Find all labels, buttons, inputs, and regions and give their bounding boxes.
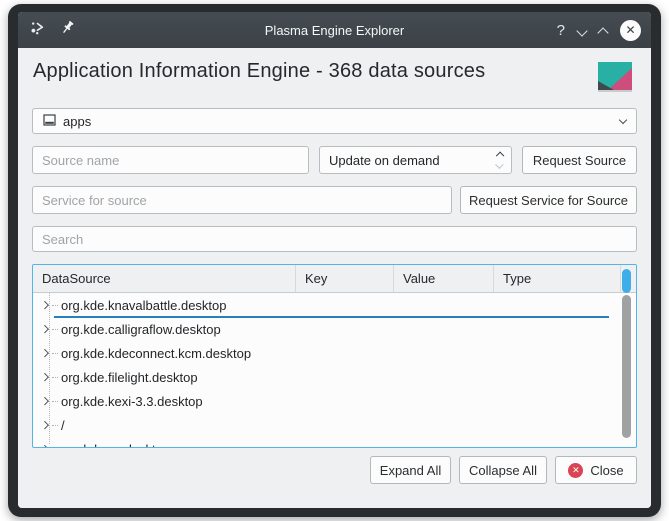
page-title: Application Information Engine - 368 dat… — [33, 60, 485, 83]
datasource-row-label: org.kde.….desktop — [61, 442, 170, 448]
table-row[interactable]: / — [33, 413, 636, 437]
update-interval-value: Update on demand — [329, 153, 440, 168]
source-name-placeholder: Source name — [42, 153, 119, 168]
source-name-input[interactable]: Source name — [32, 146, 309, 174]
search-placeholder: Search — [42, 232, 83, 247]
branch-dash — [52, 329, 58, 330]
datasource-row-label: / — [61, 418, 65, 433]
engine-select[interactable]: apps — [32, 108, 637, 134]
collapse-all-button[interactable]: Collapse All — [459, 456, 547, 484]
table-row[interactable]: org.kde.kexi-3.3.desktop — [33, 389, 636, 413]
update-interval-spinner[interactable]: Update on demand — [319, 146, 512, 174]
expand-all-button[interactable]: Expand All — [370, 456, 451, 484]
expand-chevron-icon[interactable] — [41, 421, 49, 429]
table-header[interactable]: DataSource Key Value Type — [33, 265, 636, 293]
datasource-table[interactable]: DataSource Key Value Type org.kde.knaval… — [32, 264, 637, 448]
close-window-button[interactable]: ✕ — [620, 20, 641, 41]
column-header-datasource[interactable]: DataSource — [33, 265, 296, 292]
help-button[interactable]: ? — [557, 23, 565, 38]
datasource-row-label: org.kde.knavalbattle.desktop — [61, 298, 227, 313]
branch-dash — [52, 425, 58, 426]
branch-dash — [52, 353, 58, 354]
table-row[interactable]: org.kde.kdeconnect.kcm.desktop — [33, 341, 636, 365]
branch-dash — [52, 377, 58, 378]
close-button-label: Close — [590, 463, 623, 478]
datasource-row-label: org.kde.kdeconnect.kcm.desktop — [61, 346, 251, 361]
column-header-key[interactable]: Key — [296, 265, 394, 292]
scrollbar-track[interactable] — [622, 295, 631, 438]
scrollbar-thumb[interactable] — [622, 269, 631, 293]
engine-logo-icon — [598, 62, 632, 92]
table-row[interactable]: org.kde.….desktop — [33, 437, 636, 447]
request-service-button[interactable]: Request Service for Source — [460, 186, 637, 214]
maximize-button[interactable] — [597, 27, 608, 38]
branch-dash — [52, 305, 58, 306]
datasource-row-label: org.kde.filelight.desktop — [61, 370, 198, 385]
spin-down-icon[interactable] — [495, 161, 503, 169]
service-for-source-input[interactable]: Service for source — [32, 186, 452, 214]
expand-chevron-icon[interactable] — [41, 397, 49, 405]
expand-chevron-icon[interactable] — [41, 301, 49, 309]
spin-up-icon[interactable] — [495, 151, 503, 159]
expand-chevron-icon[interactable] — [41, 325, 49, 333]
search-input[interactable]: Search — [32, 226, 637, 252]
titlebar[interactable]: Plasma Engine Explorer ? ✕ — [18, 12, 651, 48]
chevron-down-icon — [619, 115, 627, 123]
table-row[interactable]: org.kde.knavalbattle.desktop — [33, 293, 636, 317]
branch-dash — [52, 401, 58, 402]
close-icon: ✕ — [568, 463, 583, 478]
datasource-row-label: org.kde.kexi-3.3.desktop — [61, 394, 203, 409]
window-frame: Plasma Engine Explorer ? ✕ Application I… — [8, 4, 661, 517]
column-header-value[interactable]: Value — [394, 265, 494, 292]
service-placeholder: Service for source — [42, 193, 147, 208]
window-icon — [43, 114, 56, 129]
expand-chevron-icon[interactable] — [41, 349, 49, 357]
engine-select-value: apps — [63, 114, 91, 129]
datasource-row-label: org.kde.calligraflow.desktop — [61, 322, 221, 337]
minimize-button[interactable] — [576, 25, 587, 36]
table-row[interactable]: org.kde.calligraflow.desktop — [33, 317, 636, 341]
expand-chevron-icon[interactable] — [41, 445, 49, 447]
close-button[interactable]: ✕ Close — [555, 456, 637, 484]
expand-chevron-icon[interactable] — [41, 373, 49, 381]
table-body[interactable]: org.kde.knavalbattle.desktop org.kde.call… — [33, 293, 636, 447]
table-row[interactable]: org.kde.filelight.desktop — [33, 365, 636, 389]
request-source-button[interactable]: Request Source — [522, 146, 637, 174]
column-header-type[interactable]: Type — [494, 265, 621, 292]
